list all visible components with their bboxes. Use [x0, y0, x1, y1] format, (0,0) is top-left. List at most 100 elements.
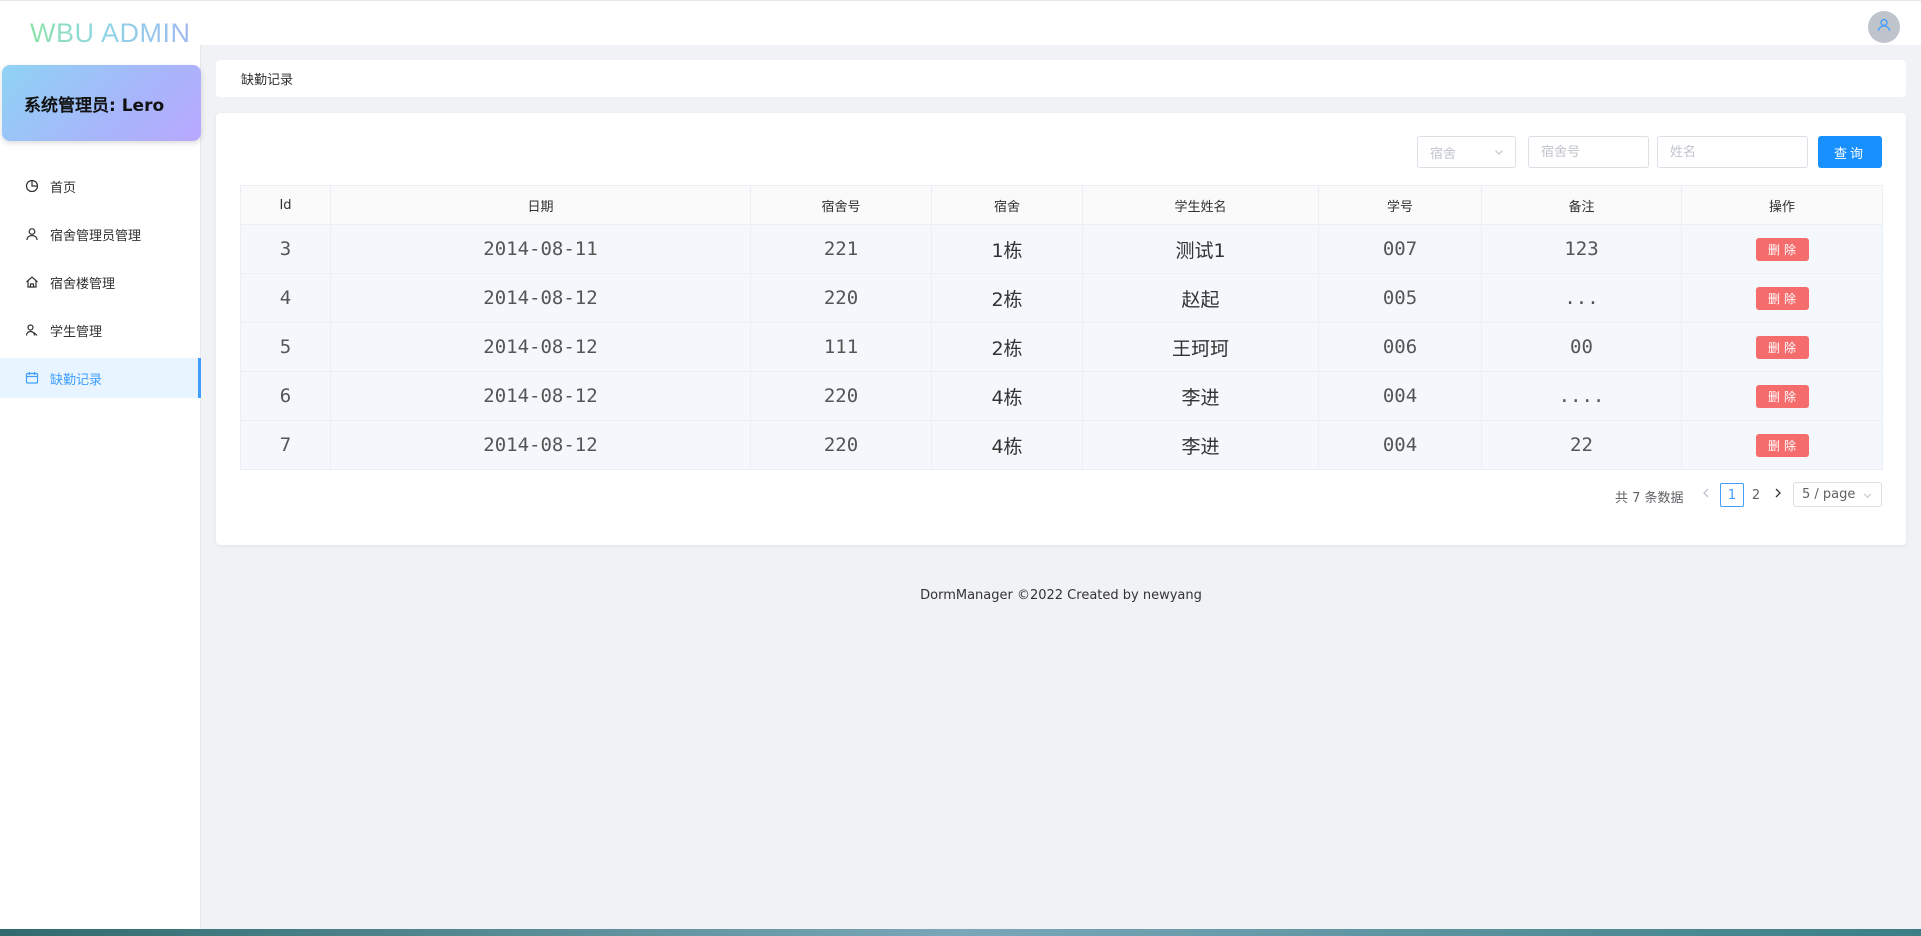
- column-header-room: 宿舍号: [750, 185, 932, 225]
- cell-remark: 00: [1481, 322, 1682, 372]
- cell-date: 2014-08-11: [330, 224, 751, 274]
- home-icon: [24, 274, 40, 290]
- cell-action: 删除: [1681, 322, 1883, 372]
- cell-student-name: 李进: [1082, 371, 1319, 421]
- cell-id: 3: [240, 224, 331, 274]
- sidebar-item-absence[interactable]: 缺勤记录: [0, 358, 201, 398]
- delete-button[interactable]: 删除: [1755, 287, 1809, 310]
- cell-remark: 123: [1481, 224, 1682, 274]
- room-number-input[interactable]: [1528, 136, 1649, 168]
- sidebar-menu: 首页 宿舍管理员管理 宿舍楼管理 学生管理 缺勤记录: [0, 166, 201, 406]
- sidebar-item-home[interactable]: 首页: [0, 166, 201, 206]
- absence-table: Id 日期 宿舍号 宿舍 学生姓名 学号 备注 操作 3 2014-08-11 …: [240, 185, 1883, 470]
- cell-date: 2014-08-12: [330, 322, 751, 372]
- breadcrumb-current: 缺勤记录: [241, 73, 294, 88]
- cell-action: 删除: [1681, 273, 1883, 323]
- user-card: 系统管理员: Lero: [2, 65, 201, 141]
- page-button-1[interactable]: 1: [1720, 483, 1744, 507]
- table-row: 6 2014-08-12 220 4栋 李进 004 .... 删除: [240, 371, 1883, 421]
- cell-room: 220: [750, 371, 932, 421]
- sidebar-item-label: 首页: [50, 180, 77, 196]
- cell-room: 221: [750, 224, 932, 274]
- table-row: 3 2014-08-11 221 1栋 测试1 007 123 删除: [240, 224, 1883, 274]
- prev-page-button[interactable]: [1701, 487, 1711, 503]
- sidebar: 系统管理员: Lero 首页 宿舍管理员管理 宿舍楼管理 学生管理 缺勤记录: [0, 45, 201, 930]
- chevron-down-icon: [1493, 146, 1505, 162]
- dorm-select[interactable]: 宿舍: [1417, 136, 1516, 168]
- cell-student-name: 赵起: [1082, 273, 1319, 323]
- delete-button[interactable]: 删除: [1755, 385, 1809, 408]
- sidebar-item-buildings[interactable]: 宿舍楼管理: [0, 262, 201, 302]
- student-name-input[interactable]: [1657, 136, 1808, 168]
- user-icon: [24, 226, 40, 242]
- table-row: 7 2014-08-12 220 4栋 李进 004 22 删除: [240, 420, 1883, 470]
- cell-dorm: 4栋: [931, 371, 1083, 421]
- sidebar-item-label: 缺勤记录: [50, 372, 103, 388]
- cell-action: 删除: [1681, 224, 1883, 274]
- cell-student-no: 004: [1318, 371, 1482, 421]
- column-header-date: 日期: [330, 185, 751, 225]
- delete-button[interactable]: 删除: [1755, 238, 1809, 261]
- next-page-button[interactable]: [1773, 487, 1783, 503]
- sidebar-item-dorm-admins[interactable]: 宿舍管理员管理: [0, 214, 201, 254]
- cell-student-name: 李进: [1082, 420, 1319, 470]
- avatar[interactable]: [1868, 11, 1900, 43]
- delete-button[interactable]: 删除: [1755, 434, 1809, 457]
- delete-button[interactable]: 删除: [1755, 336, 1809, 359]
- table-row: 5 2014-08-12 111 2栋 王珂珂 006 00 删除: [240, 322, 1883, 372]
- cell-id: 4: [240, 273, 331, 323]
- cell-student-no: 004: [1318, 420, 1482, 470]
- cell-dorm: 4栋: [931, 420, 1083, 470]
- pie-chart-icon: [24, 178, 40, 194]
- cell-student-name: 测试1: [1082, 224, 1319, 274]
- dorm-select-placeholder: 宿舍: [1430, 146, 1457, 162]
- cell-date: 2014-08-12: [330, 371, 751, 421]
- page-size-select[interactable]: 5 / page: [1793, 482, 1882, 507]
- column-header-remark: 备注: [1481, 185, 1682, 225]
- users-icon: [24, 322, 40, 338]
- cell-dorm: 2栋: [931, 273, 1083, 323]
- page-button-2[interactable]: 2: [1744, 483, 1768, 507]
- pagination: 共 7 条数据 1 2 5 / page: [216, 482, 1906, 508]
- table-row: 4 2014-08-12 220 2栋 赵起 005 ... 删除: [240, 273, 1883, 323]
- breadcrumb: 缺勤记录: [216, 60, 1906, 97]
- cell-remark: ....: [1481, 371, 1682, 421]
- bottom-edge: [0, 929, 1921, 936]
- cell-student-no: 007: [1318, 224, 1482, 274]
- cell-dorm: 1栋: [931, 224, 1083, 274]
- cell-date: 2014-08-12: [330, 420, 751, 470]
- cell-id: 7: [240, 420, 331, 470]
- footer: DormManager ©2022 Created by newyang: [920, 588, 1202, 603]
- query-button[interactable]: 查询: [1818, 136, 1882, 168]
- chevron-left-icon: [1703, 488, 1709, 498]
- chevron-right-icon: [1775, 488, 1781, 498]
- cell-student-no: 006: [1318, 322, 1482, 372]
- sidebar-item-students[interactable]: 学生管理: [0, 310, 201, 350]
- user-icon: [1876, 17, 1892, 37]
- cell-id: 6: [240, 371, 331, 421]
- cell-room: 220: [750, 273, 932, 323]
- column-header-action: 操作: [1681, 185, 1883, 225]
- absence-records-card: 宿舍 查询 Id 日期 宿舍号 宿舍 学生姓名 学号 备注 操作 3: [216, 113, 1906, 545]
- user-role-label: 系统管理员: Lero: [24, 95, 165, 116]
- cell-id: 5: [240, 322, 331, 372]
- cell-date: 2014-08-12: [330, 273, 751, 323]
- page-size-value: 5 / page: [1802, 487, 1856, 502]
- cell-action: 删除: [1681, 371, 1883, 421]
- cell-remark: 22: [1481, 420, 1682, 470]
- sidebar-item-label: 宿舍管理员管理: [50, 228, 142, 244]
- cell-student-no: 005: [1318, 273, 1482, 323]
- sidebar-item-label: 宿舍楼管理: [50, 276, 116, 292]
- sidebar-item-label: 学生管理: [50, 324, 103, 340]
- column-header-dorm: 宿舍: [931, 185, 1083, 225]
- calendar-icon: [24, 370, 40, 386]
- cell-action: 删除: [1681, 420, 1883, 470]
- total-count: 共 7 条数据: [1615, 491, 1684, 506]
- cell-remark: ...: [1481, 273, 1682, 323]
- cell-room: 111: [750, 322, 932, 372]
- cell-student-name: 王珂珂: [1082, 322, 1319, 372]
- column-header-student-no: 学号: [1318, 185, 1482, 225]
- cell-dorm: 2栋: [931, 322, 1083, 372]
- top-bar: WBU ADMIN: [0, 0, 1921, 48]
- cell-room: 220: [750, 420, 932, 470]
